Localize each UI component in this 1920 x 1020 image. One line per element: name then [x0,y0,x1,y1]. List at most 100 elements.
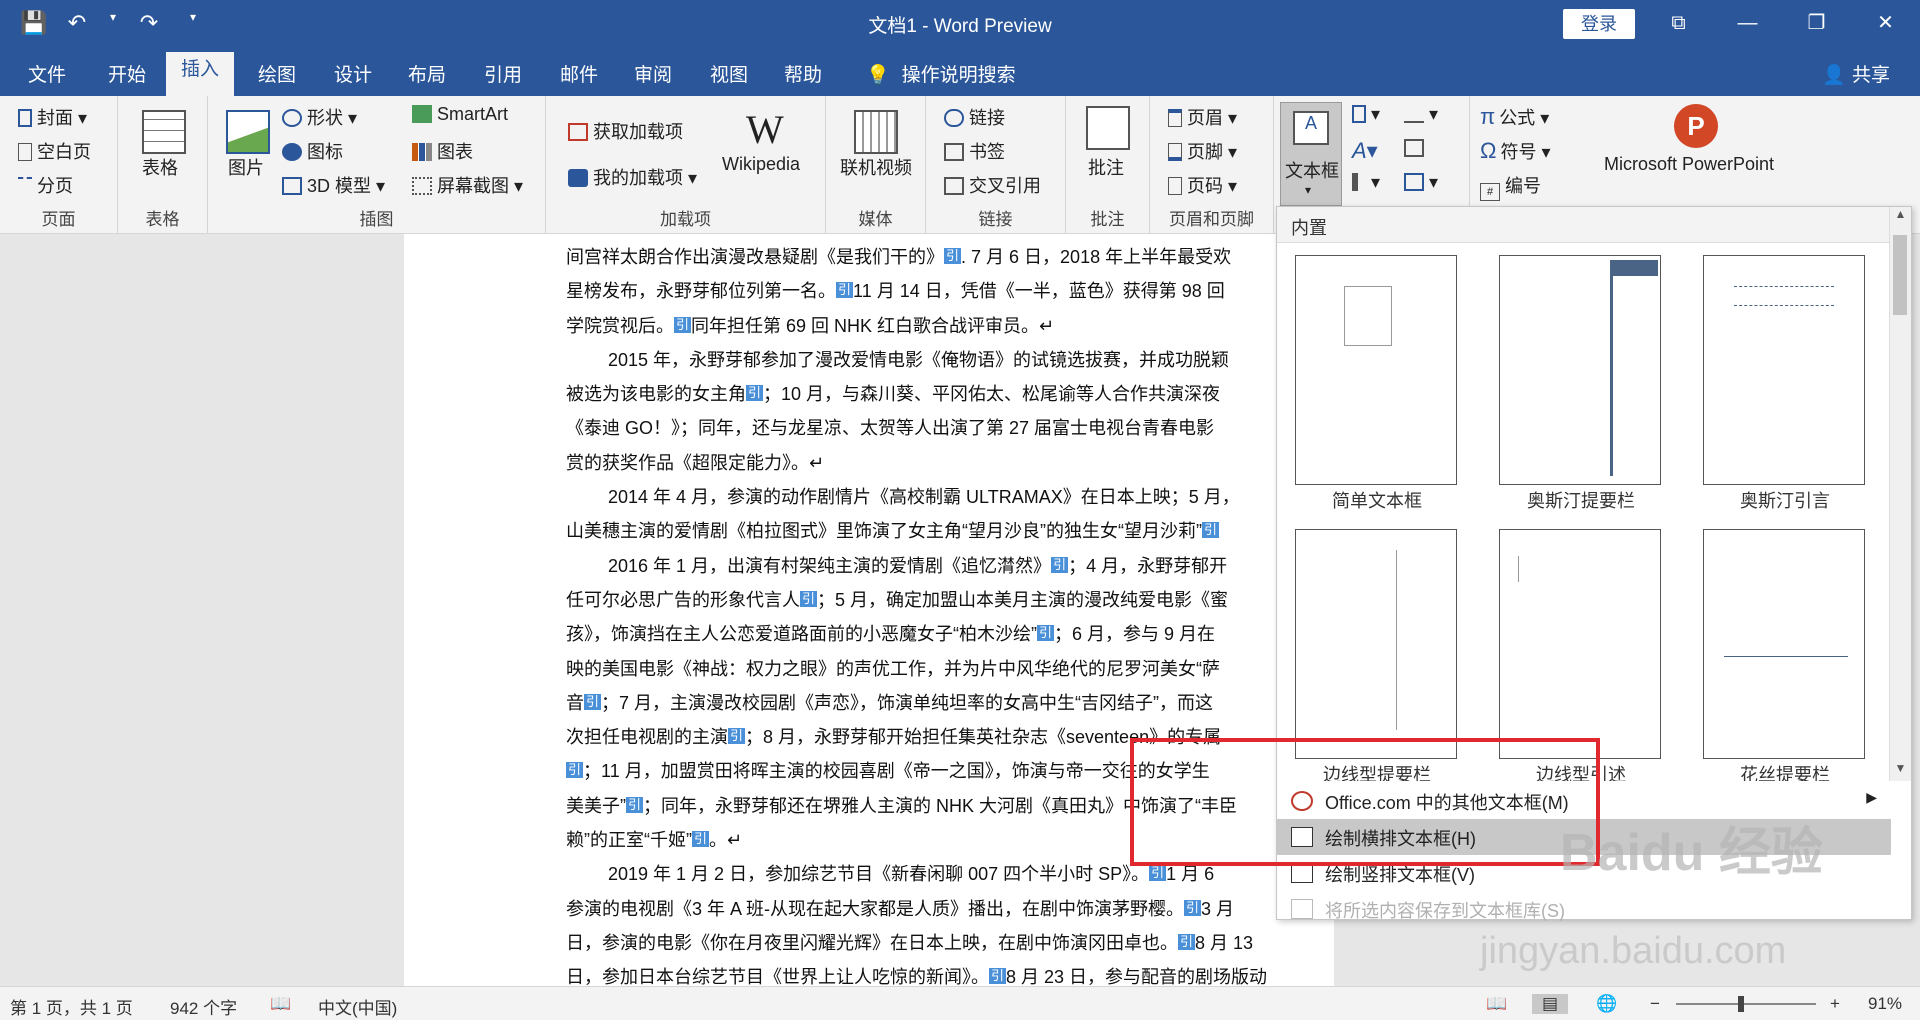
document-page[interactable]: 间宫祥太朗合作出演漫改悬疑剧《是我们干的》引. 7 月 6 日，2018 年上半… [404,234,1334,987]
gallery-scrollbar[interactable]: ▲ ▼ [1889,207,1911,781]
cross-reference-label: 交叉引用 [969,176,1041,196]
icons-button[interactable]: 图标 [282,138,343,164]
group-pages: 封面 ▾ 空白页 分页 页面 [0,96,118,234]
scroll-thumb[interactable] [1893,235,1907,315]
tab-help[interactable]: 帮助 [784,60,822,87]
signature-line-button[interactable]: ▾ [1404,104,1438,125]
zoom-out-button[interactable]: − [1650,994,1660,1014]
my-addins-label: 我的加载项 [593,168,683,188]
my-addins-button[interactable]: 我的加载项 ▾ [568,164,697,190]
wikipedia-button[interactable]: Wikipedia [722,154,800,175]
tab-mailings[interactable]: 邮件 [560,60,598,87]
picture-label: 图片 [228,158,264,178]
zoom-level[interactable]: 91% [1868,994,1902,1014]
tab-layout[interactable]: 布局 [408,60,446,87]
footer-button[interactable]: 页脚 ▾ [1168,138,1237,164]
ribbon-display-icon[interactable]: ⧉ [1644,0,1713,46]
blank-page-button[interactable]: 空白页 [18,138,91,164]
group-illustrations-label: 插图 [359,210,394,229]
object-button[interactable]: ▾ [1404,172,1438,193]
undo-icon[interactable]: ↶ [64,10,90,36]
tab-references[interactable]: 引用 [484,60,522,87]
link-button[interactable]: 链接 [944,104,1005,130]
shapes-button[interactable]: 形状 ▾ [282,104,357,130]
chart-button[interactable]: 图表 [412,138,473,164]
document-body[interactable]: 间宫祥太朗合作出演漫改悬疑剧《是我们干的》引. 7 月 6 日，2018 年上半… [566,240,1326,995]
doc-line: 《泰迪 GO！》；同年，还与龙星凉、太贺等人出演了第 27 届富士电视台青春电影 [566,418,1215,439]
symbol-button[interactable]: Ω 符号 ▾ [1480,138,1551,164]
footer-icon [1168,143,1182,161]
tab-home[interactable]: 开始 [108,60,146,87]
minimize-icon[interactable]: — [1713,0,1782,46]
online-video-button[interactable]: 联机视频 [840,154,912,180]
page-count[interactable]: 第 1 页，共 1 页 [10,994,133,1019]
doc-line: 2016 年 1 月，出演有村架纯主演的爱情剧《追忆潸然》引；4 月，永野芽郁开 [608,555,1228,576]
word-count[interactable]: 942 个字 [170,994,237,1019]
redo-icon[interactable]: ↷ [136,10,162,36]
header-button[interactable]: 页眉 ▾ [1168,104,1237,130]
cube-icon [282,177,302,195]
undo-dropdown-icon[interactable]: ▾ [108,10,118,36]
citation-marker: 引 [1201,522,1219,539]
powerpoint-button[interactable]: Microsoft PowerPoint [1604,154,1774,175]
banded-quote-thumbnail [1499,529,1661,759]
tab-file[interactable]: 文件 [28,60,66,87]
print-layout-icon[interactable]: ▤ [1532,994,1569,1014]
page-number-icon [1168,177,1182,195]
zoom-slider[interactable] [1676,1003,1816,1005]
link-icon [944,109,964,127]
screenshot-button[interactable]: 屏幕截图 ▾ [412,172,523,198]
tell-me-search[interactable]: 💡 操作说明搜索 [866,60,1016,87]
omega-icon: Ω [1480,138,1497,163]
get-addins-label: 获取加载项 [593,122,683,142]
tab-insert[interactable]: 插入 [166,52,235,96]
lightbulb-icon: 💡 [866,65,890,86]
window-controls: ⧉ — ❐ ✕ [1644,0,1920,46]
page-number-button[interactable]: 页码 ▾ [1168,172,1237,198]
group-pages-label: 页面 [41,210,76,229]
save-icon[interactable]: 💾 [20,10,47,36]
tell-me-label: 操作说明搜索 [901,65,1016,86]
citation-marker: 引 [626,796,644,813]
share-button[interactable]: 👤 共享 [1822,60,1890,87]
simple-textbox-thumbnail [1295,255,1457,485]
get-addins-button[interactable]: 获取加载项 [568,118,683,144]
drop-cap-button[interactable]: ▾ [1352,172,1380,193]
cover-page-button[interactable]: 封面 ▾ [18,104,87,130]
page-break-button[interactable]: 分页 [18,172,73,198]
scroll-down-icon[interactable]: ▼ [1890,761,1911,781]
gallery-item-label: 花丝提要栏 [1740,765,1830,781]
smartart-button[interactable]: SmartArt [412,104,508,125]
date-time-button[interactable] [1404,138,1429,159]
cross-reference-button[interactable]: 交叉引用 [944,172,1041,198]
powerpoint-icon: P [1674,104,1718,148]
quick-parts-button[interactable]: ▾ [1352,104,1380,125]
picture-button[interactable]: 图片 [228,154,264,180]
proofing-icon[interactable]: 📖 [270,994,291,1014]
customize-qat-icon[interactable]: ▾ [180,10,206,36]
tab-view[interactable]: 视图 [710,60,748,87]
language[interactable]: 中文(中国) [318,994,397,1019]
tab-design[interactable]: 设计 [334,60,372,87]
3d-models-button[interactable]: 3D 模型 ▾ [282,172,385,198]
comment-button[interactable]: 批注 [1088,154,1124,180]
submenu-arrow-icon: ▶ [1866,789,1877,805]
highlight-annotation-box [1130,738,1600,866]
zoom-slider-thumb[interactable] [1738,996,1744,1012]
login-button[interactable]: 登录 [1563,9,1635,39]
tab-review[interactable]: 审阅 [634,60,672,87]
bookmark-button[interactable]: 书签 [944,138,1005,164]
header-label: 页眉 [1187,108,1223,128]
equation-button[interactable]: π 公式 ▾ [1480,104,1549,130]
number-button[interactable]: # 编号 [1480,172,1541,201]
textbox-button[interactable]: A 文本框 ▾ [1280,102,1342,206]
read-mode-icon[interactable]: 📖 [1486,994,1507,1014]
restore-icon[interactable]: ❐ [1782,0,1851,46]
close-icon[interactable]: ✕ [1851,0,1920,46]
zoom-in-button[interactable]: + [1830,994,1840,1014]
tab-draw[interactable]: 绘图 [258,60,296,87]
scroll-up-icon[interactable]: ▲ [1890,207,1911,227]
web-layout-icon[interactable]: 🌐 [1596,994,1617,1014]
table-button[interactable]: 表格 [142,154,178,180]
wordart-icon[interactable]: A▾ [1352,138,1378,164]
